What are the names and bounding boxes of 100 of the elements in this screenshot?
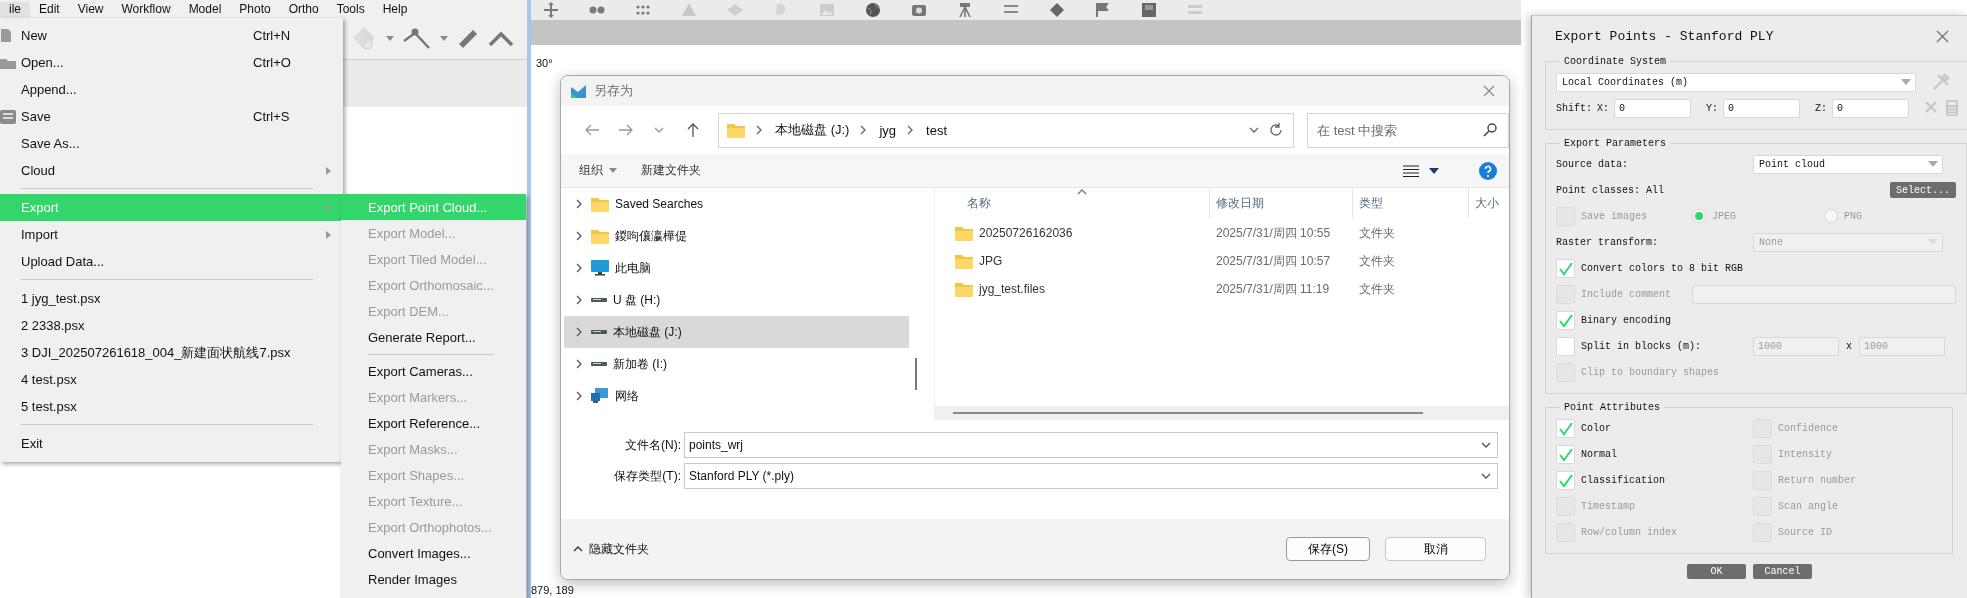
dropdown[interactable]: Point cloud — [1753, 154, 1943, 174]
menu-bar-item[interactable]: Tools — [327, 2, 374, 18]
clear-icon[interactable] — [1924, 100, 1939, 114]
help-icon[interactable] — [1479, 161, 1497, 180]
tree-item[interactable]: 本地磁盘 (J:) — [564, 316, 909, 348]
file-name[interactable]: jyg_test.files — [979, 282, 1046, 296]
file-date: 2025/7/31/周四 10:55 — [1215, 224, 1332, 242]
dialog-button[interactable]: OK — [1687, 564, 1746, 579]
globe-icon[interactable] — [865, 2, 881, 18]
menu-item[interactable]: Open... Ctrl+O — [0, 49, 343, 76]
dropdown[interactable]: Local Coordinates (m) — [1556, 72, 1916, 92]
menu-bar-item[interactable]: Ortho — [279, 2, 328, 18]
menu-item[interactable]: Render Images — [341, 566, 526, 592]
tree-item[interactable]: 网络 — [564, 380, 909, 412]
camera-icon[interactable] — [911, 2, 927, 18]
menu-bar-item[interactable]: Workflow — [112, 2, 180, 18]
command-button[interactable]: 组织 — [579, 162, 617, 179]
text-field[interactable] — [1692, 284, 1956, 304]
menu-bar-item[interactable]: Photo — [230, 2, 280, 18]
file-name[interactable]: JPG — [979, 254, 1003, 268]
tripod-icon[interactable] — [957, 2, 973, 18]
flag-icon[interactable] — [1095, 2, 1111, 18]
scrollbar-thumb[interactable] — [953, 412, 1423, 414]
breadcrumb-item[interactable]: jyg — [879, 122, 897, 138]
hide-folders-toggle[interactable]: 隐藏文件夹 — [573, 540, 649, 558]
combo-box[interactable]: Stanford PLY (*.ply) — [684, 463, 1498, 489]
picture-icon[interactable] — [819, 2, 835, 18]
tree-item[interactable]: 鍐呴儴瀛樺偍 — [564, 220, 909, 252]
point-tool-icon[interactable] — [402, 27, 432, 50]
forward-arrow-icon[interactable] — [617, 122, 634, 138]
select-button[interactable]: Select... — [1890, 182, 1956, 198]
square-icon[interactable] — [1141, 2, 1157, 18]
checkbox[interactable] — [1556, 444, 1575, 464]
close-icon[interactable] — [1936, 29, 1949, 43]
menu-item[interactable]: Import — [0, 221, 343, 248]
diamond-icon[interactable] — [1049, 2, 1065, 18]
menu-item[interactable]: Save Ctrl+S — [0, 103, 343, 130]
checkbox[interactable] — [1556, 258, 1575, 278]
checkbox[interactable] — [1556, 310, 1575, 330]
menu-item[interactable]: Export Reference... — [341, 410, 526, 436]
diamond-hand-icon[interactable] — [352, 25, 378, 52]
menu-item[interactable]: Upload Data... — [0, 248, 343, 275]
tree-item[interactable]: 此电脑 — [564, 252, 909, 284]
combo-box[interactable]: points_wrj — [684, 432, 1498, 458]
column-header[interactable]: 类型 — [1353, 188, 1469, 219]
column-header[interactable]: 修改日期 — [1210, 188, 1353, 219]
scrollbar-thumb[interactable] — [915, 358, 917, 390]
dialog-button[interactable]: 取消 — [1385, 537, 1486, 561]
text-field[interactable]: 0 — [1723, 98, 1801, 118]
back-arrow-icon[interactable] — [583, 122, 600, 138]
calculator-icon[interactable] — [1946, 100, 1959, 116]
menu-item[interactable]: 1 jyg_test.psx — [0, 285, 343, 312]
menu-item[interactable]: Exit — [0, 430, 343, 457]
caret-icon[interactable] — [1429, 167, 1439, 174]
menu-item[interactable]: 3 DJI_202507261618_004_新建面状航线7.psx — [0, 339, 343, 366]
radio-label: JPEG — [1712, 210, 1736, 222]
column-header[interactable]: 名称 — [935, 188, 1210, 219]
menu-item[interactable]: 5 test.psx — [0, 393, 343, 420]
checkbox[interactable] — [1556, 470, 1575, 490]
command-button[interactable]: 新建文件夹 — [641, 162, 701, 179]
tree-item[interactable]: Saved Searches — [564, 188, 909, 220]
close-icon[interactable] — [1483, 85, 1495, 97]
menu-bar-item[interactable]: Edit — [30, 2, 69, 18]
menu-item[interactable]: Generate Report... — [341, 324, 526, 350]
breadcrumb-item[interactable]: test — [926, 122, 948, 138]
checkbox-label: Confidence — [1778, 422, 1838, 434]
dialog-button[interactable]: Cancel — [1753, 564, 1812, 579]
checkbox[interactable] — [1556, 418, 1575, 438]
dialog-button[interactable]: 保存(S) — [1286, 537, 1370, 561]
chevron-up-icon[interactable] — [488, 30, 514, 47]
menu-item[interactable]: 4 test.psx — [0, 366, 343, 393]
file-name[interactable]: 20250726162036 — [979, 226, 1073, 240]
column-header[interactable]: 大小 — [1469, 188, 1509, 219]
refresh-icon[interactable] — [1269, 123, 1284, 137]
menu-item[interactable]: Cloud — [0, 157, 343, 184]
menu-item[interactable]: 2 2338.psx — [0, 312, 343, 339]
text-field[interactable]: 0 — [1832, 98, 1910, 118]
file-type: 文件夹 — [1358, 224, 1396, 242]
menu-item[interactable]: Export Cameras... — [341, 358, 526, 384]
shortcut-label: Ctrl+N — [253, 28, 292, 43]
pyramid-icon[interactable] — [681, 2, 697, 18]
address-bar[interactable]: 本地磁盘 (J:) jyg test — [718, 112, 1295, 148]
menu-item[interactable]: Append... — [0, 76, 343, 103]
list-view-icon[interactable] — [1403, 163, 1419, 178]
tools-icon[interactable] — [1932, 73, 1950, 91]
breadcrumb-item[interactable]: 本地磁盘 (J:) — [775, 121, 850, 139]
move-arrows-icon[interactable] — [543, 2, 559, 18]
text-field[interactable]: 0 — [1614, 98, 1692, 118]
file-type: 文件夹 — [1358, 280, 1396, 298]
menu-item[interactable]: Save As... — [0, 130, 343, 157]
menu-bar-item[interactable]: Model — [179, 2, 231, 18]
menu-item[interactable]: Convert Images... — [341, 540, 526, 566]
tree-item[interactable]: U 盘 (H:) — [564, 284, 909, 316]
menu-item[interactable]: New Ctrl+N — [0, 22, 343, 49]
menu-bar-item[interactable]: Help — [373, 2, 417, 18]
menu-bar-item[interactable]: ile — [0, 2, 30, 18]
menu-bar-item[interactable]: View — [68, 2, 113, 18]
tree-item[interactable]: 新加卷 (I:) — [564, 348, 909, 380]
search-field[interactable]: 在 test 中搜索 — [1307, 112, 1509, 148]
checkbox[interactable] — [1556, 336, 1575, 356]
